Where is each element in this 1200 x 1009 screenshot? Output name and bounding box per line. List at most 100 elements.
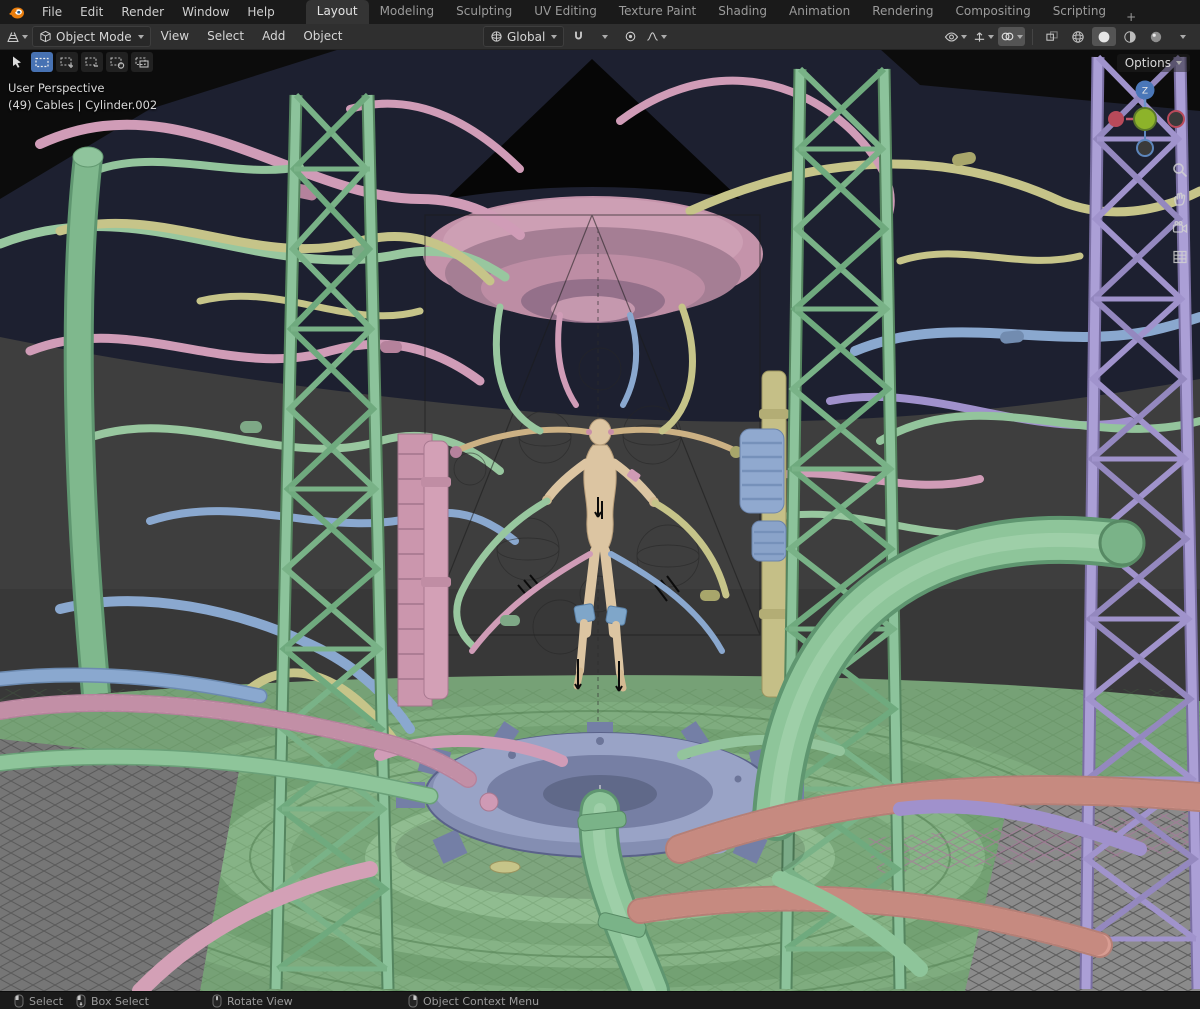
chevron-down-icon [602,34,609,39]
menu-view[interactable]: View [153,24,197,49]
proportional-circle-icon [625,31,636,42]
gizmo-arrow-icon [974,32,985,42]
select-mode-extend-button[interactable] [56,52,78,72]
magnifier-icon [1173,163,1188,178]
right-mouse-button-icon [408,994,418,1008]
status-label: Box Select [91,994,149,1008]
chevron-down-icon [22,34,28,39]
editor-type-dropdown[interactable] [4,27,30,46]
select-mode-subtract-button[interactable] [81,52,103,72]
workspace-tabs: Layout Modeling Sculpting UV Editing Tex… [305,0,1145,24]
overlays-dropdown[interactable] [998,27,1025,46]
object-visibility-dropdown[interactable] [942,27,969,46]
snap-toggle[interactable] [566,27,590,46]
tab-uv-editing[interactable]: UV Editing [523,0,608,24]
gizmo-z-neg-axis[interactable] [1136,139,1154,157]
shading-rendered-button[interactable] [1144,27,1168,46]
status-label: Rotate View [227,994,293,1008]
move-view-button[interactable] [1171,190,1189,208]
chevron-down-icon [961,34,967,39]
eye-icon [944,31,959,42]
shading-wireframe-button[interactable] [1066,27,1090,46]
chevron-down-icon [988,34,994,39]
proportional-falloff-dropdown[interactable] [644,27,669,46]
select-mode-set-button[interactable] [31,52,53,72]
view-nav-buttons [1171,161,1189,266]
camera-icon [1172,220,1188,234]
snap-dropdown[interactable] [592,27,616,46]
mode-dropdown[interactable]: Object Mode [32,26,151,47]
gizmo-x-neg-axis[interactable] [1167,110,1185,128]
select-mode-intersect-button[interactable] [131,52,153,72]
toggle-ortho-button[interactable] [1171,248,1189,266]
transform-orientation-dropdown[interactable]: Global [483,26,565,47]
box-select-subtract-icon [85,56,98,67]
status-hint-rotate-view: Rotate View [212,992,293,1009]
magnet-icon [574,31,582,40]
shading-solid-button[interactable] [1092,27,1116,46]
blender-logo-icon[interactable] [8,4,26,20]
scene-cable-connector [700,590,720,601]
xray-icon [1046,31,1058,41]
left-mouse-button-icon [14,994,24,1008]
shading-dropdown[interactable] [1170,27,1194,46]
separator [1032,28,1033,45]
menu-edit[interactable]: Edit [71,0,112,24]
tab-compositing[interactable]: Compositing [944,0,1041,24]
tab-animation[interactable]: Animation [778,0,861,24]
orientation-label: Global [507,29,546,44]
gizmo-x-axis[interactable] [1108,111,1124,127]
chevron-down-icon [1180,34,1186,39]
overlays-icon [1001,32,1014,41]
middle-mouse-button-icon [212,994,222,1008]
viewport-header: Object Mode View Select Add Object Globa… [0,24,1200,50]
menu-select[interactable]: Select [199,24,252,49]
add-workspace-button[interactable]: + [1117,10,1145,24]
options-dropdown[interactable]: Options [1116,54,1190,72]
chevron-down-icon [661,34,668,39]
select-mode-invert-button[interactable] [106,52,128,72]
object-mode-icon [40,30,51,43]
gizmos-dropdown[interactable] [971,27,996,46]
menu-help[interactable]: Help [238,0,283,24]
perspective-grid-icon [1173,250,1187,264]
viewport-info: User Perspective (49) Cables | Cylinder.… [8,80,157,114]
tab-sculpting[interactable]: Sculpting [445,0,523,24]
menu-file[interactable]: File [33,0,71,24]
menu-render[interactable]: Render [112,0,173,24]
status-hint-box-select: Box Select [76,992,149,1009]
material-sphere-icon [1124,30,1136,43]
tool-row [6,52,153,72]
zoom-button[interactable] [1171,161,1189,179]
status-hint-select: Select [14,992,63,1009]
camera-view-button[interactable] [1171,219,1189,237]
menu-add[interactable]: Add [254,24,293,49]
box-select-extend-icon [60,56,73,68]
shading-material-button[interactable] [1118,27,1142,46]
viewport-3d[interactable]: Options User Perspective (49) Cables | C… [0,49,1200,991]
scene-cable-connector [500,615,520,626]
active-object-label: (49) Cables | Cylinder.002 [8,98,158,112]
proportional-editing-toggle[interactable] [618,27,642,46]
scene-pink-pole[interactable] [397,433,451,707]
hand-icon [1174,192,1186,206]
viewport-scene[interactable] [0,49,1200,991]
tab-texture-paint[interactable]: Texture Paint [608,0,707,24]
chevron-down-icon [551,34,558,39]
active-tool-button[interactable] [6,52,28,72]
left-mouse-drag-icon [76,994,86,1008]
gizmo-y-axis[interactable] [1133,107,1157,131]
statusbar: Select Box Select Rotate View Object Con… [0,991,1200,1009]
tab-scripting[interactable]: Scripting [1042,0,1117,24]
tab-shading[interactable]: Shading [707,0,778,24]
xray-toggle[interactable] [1040,27,1064,46]
menu-window[interactable]: Window [173,0,238,24]
editor-type-icon [7,31,19,42]
box-select-intersect-icon [135,56,149,68]
tab-modeling[interactable]: Modeling [369,0,446,24]
status-label: Select [29,994,63,1008]
chevron-down-icon [137,34,144,39]
tab-rendering[interactable]: Rendering [861,0,944,24]
tab-layout[interactable]: Layout [305,0,369,24]
menu-object[interactable]: Object [295,24,350,49]
